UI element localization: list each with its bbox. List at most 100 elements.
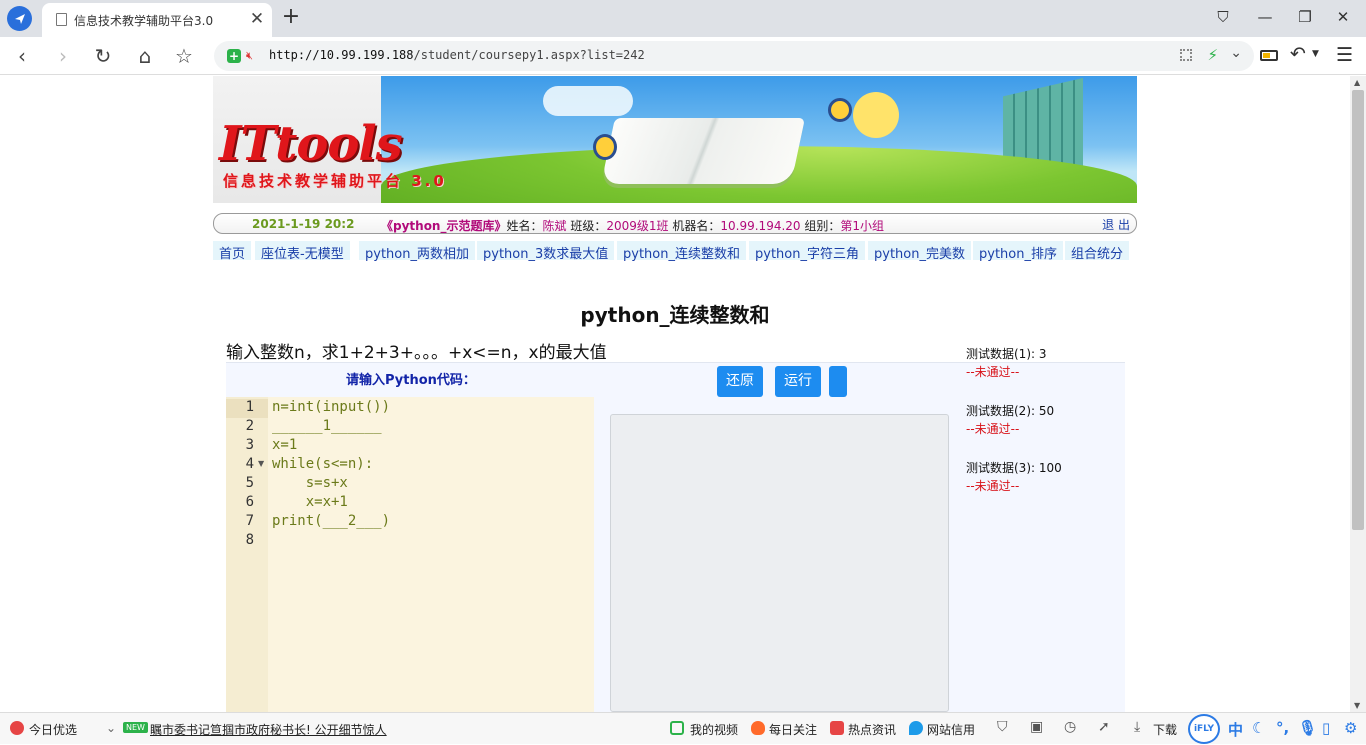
line-number: 4 [245,456,254,472]
microphone-icon[interactable]: 🎙︎ [1298,719,1317,737]
browser-tab[interactable]: 信息技术教学辅助平台3.0 ✕ [42,3,272,37]
group-name: 第1小组 [840,219,885,233]
pin-icon[interactable]: ⛉ [1210,8,1236,28]
test-label: 测试数据(2): 50 [966,404,1055,418]
document-icon [56,13,67,26]
logout-link[interactable]: 退 出 [1102,216,1130,233]
code-line[interactable]: n=int(input()) [272,399,390,415]
new-tab-button[interactable]: + [281,4,301,29]
url-text[interactable]: http://10.99.199.188/student/coursepy1.a… [269,48,645,62]
news-headline-link[interactable]: 瞩市委书记笪掴市政府秘书长! 公开细节惊人 [150,721,387,738]
site-credit-link[interactable]: 网站信用 [927,721,975,738]
header-banner: ITtools 信息技术教学辅助平台 3.0 [213,76,1137,203]
chinese-mode-icon[interactable]: 中 [1228,719,1243,740]
site-subtitle: 信息技术教学辅助平台 3.0 [223,172,447,190]
page-title: python_连续整数和 [580,303,770,327]
student-name: 陈斌 [542,219,567,233]
scroll-up-icon[interactable]: ▲ [1354,78,1360,87]
code-line[interactable]: s=s+x [272,475,348,491]
line-number: 1 [245,399,254,415]
nav-seating[interactable]: 座位表-无模型 [255,241,350,262]
download-link[interactable]: 下载 [1153,721,1177,738]
banner-book-illustration [600,118,806,184]
moon-icon[interactable]: ☾ [1252,719,1265,737]
reset-button[interactable]: 还原 [717,366,763,397]
code-editor[interactable]: 1 2 3 4 ▼ 5 6 7 8 n=int(input()) ______1… [226,397,594,712]
chevron-down-icon[interactable]: ▼ [1312,49,1319,59]
line-number: 7 [245,513,254,529]
address-bar[interactable]: + 🔇︎ http://10.99.199.188/student/course… [214,41,1254,71]
back-button[interactable]: ‹ [9,43,35,69]
code-line[interactable]: while(s<=n): [272,456,373,472]
run-button[interactable]: 运行 [775,366,821,397]
ifly-logo[interactable]: iFLY [1188,714,1220,744]
line-number: 8 [245,532,254,548]
ime-toolbar: iFLY 中 ☾ °, 🎙︎ ▯ ⚙︎ [1186,713,1366,745]
menu-icon[interactable]: ☰ [1336,44,1353,66]
daily-focus-link[interactable]: 每日关注 [769,721,817,738]
nav-group-score[interactable]: 组合统分 [1065,241,1130,262]
line-number: 6 [245,494,254,510]
nav-consecutive-sum[interactable]: python_连续整数和 [617,241,746,262]
minimize-button[interactable]: — [1252,8,1278,28]
datetime: 2021-1-19 20:2 [252,217,355,231]
chevron-down-icon[interactable]: ⌄ [106,721,116,735]
nav-perfect-number[interactable]: python_完美数 [868,241,971,262]
heart-icon [10,721,24,735]
keyboard-icon[interactable]: ▯ [1322,719,1330,737]
page-content: ITtools 信息技术教学辅助平台 3.0 2021-1-19 20:2 《p… [0,76,1350,712]
course-nav: 首页 座位表-无模型 python_两数相加 python_3数求最大值 pyt… [213,241,1137,262]
rocket-icon[interactable]: ➚ [1098,719,1110,735]
close-window-button[interactable]: ✕ [1330,8,1356,28]
banner-child-illustration [593,134,617,160]
extra-button[interactable] [829,366,847,397]
test-status: --未通过-- [966,365,1020,379]
nav-max-of-three[interactable]: python_3数求最大值 [477,241,615,262]
chevron-down-icon[interactable]: ⌄ [1230,45,1242,61]
qr-code-icon[interactable] [1180,49,1192,61]
nav-char-triangle[interactable]: python_字符三角 [749,241,865,262]
new-badge: NEW [123,722,148,733]
code-line[interactable]: print(___2___) [272,513,390,529]
page-scrollbar[interactable]: ▲ ▼ [1350,76,1366,712]
site-logo: ITtools [219,116,403,172]
battery-icon[interactable] [1260,50,1278,61]
undo-icon[interactable]: ↶ [1290,43,1306,65]
nav-sort[interactable]: python_排序 [973,241,1063,262]
question-bank: 《python_示范题库》 [381,219,507,233]
image-icon[interactable]: ▣ [1030,719,1043,735]
download-icon[interactable]: ⤓ [1134,719,1140,735]
class-name: 2009级1班 [606,219,669,233]
code-line[interactable]: ______1______ [272,418,382,434]
output-panel[interactable] [610,414,949,712]
hot-news-link[interactable]: 热点资讯 [848,721,896,738]
my-videos-link[interactable]: 我的视频 [690,721,738,738]
shield-plus-icon: + [227,49,241,63]
nav-two-sum[interactable]: python_两数相加 [359,241,475,262]
banner-sun [853,92,899,138]
code-line[interactable]: x=x+1 [272,494,348,510]
punctuation-icon[interactable]: °, [1276,719,1289,737]
tab-close-icon[interactable]: ✕ [248,9,266,29]
reload-button[interactable]: ↻ [90,43,116,69]
browser-status-bar: 今日优选 ⌄ NEW 瞩市委书记笪掴市政府秘书长! 公开细节惊人 我的视频 每日… [0,712,1366,744]
home-button[interactable]: ⌂ [132,43,158,69]
line-number: 3 [245,437,254,453]
scroll-down-icon[interactable]: ▼ [1354,701,1360,710]
scroll-thumb[interactable] [1352,90,1364,530]
nav-home[interactable]: 首页 [213,241,252,262]
browser-toolbar: ‹ › ↻ ⌂ ☆ + 🔇︎ http://10.99.199.188/stud… [0,37,1366,75]
mute-icon[interactable]: 🔇︎ [246,49,253,63]
drop-icon [909,721,923,735]
gear-icon[interactable]: ⚙︎ [1344,719,1357,737]
bookmark-star-icon[interactable]: ☆ [171,43,197,69]
fold-arrow-icon[interactable]: ▼ [258,459,264,468]
clock-icon[interactable]: ◷ [1064,719,1076,735]
today-picks-link[interactable]: 今日优选 [29,721,77,738]
browser-logo-icon[interactable] [7,6,32,31]
forward-button[interactable]: › [50,43,76,69]
shield-icon[interactable]: ⛉ [997,719,1008,735]
restore-button[interactable]: ❐ [1292,8,1318,28]
code-line[interactable]: x=1 [272,437,297,453]
lightning-icon[interactable]: ⚡︎ [1207,46,1218,64]
